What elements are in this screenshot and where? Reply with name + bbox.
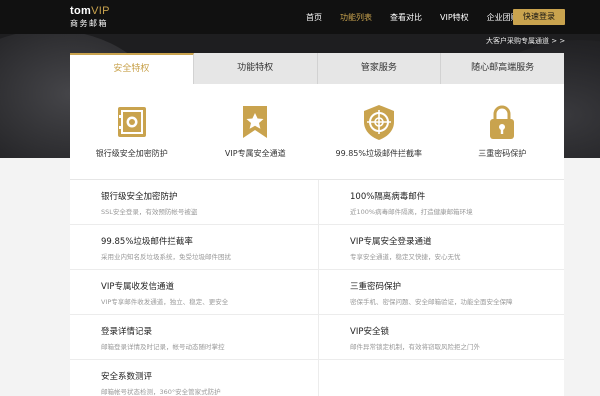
item-desc: 邮件异常锁定机制，有效将窃取风险拒之门外 <box>350 343 480 351</box>
item-title: VIP专属安全登录通道 <box>350 237 432 247</box>
feature-item: 银行级安全加密防护 <box>70 102 194 179</box>
feature-label: 三重密码保护 <box>478 149 527 158</box>
tab-bar: 安全特权 功能特权 管家服务 随心邮高端服务 <box>70 53 564 84</box>
padlock-icon <box>482 102 522 142</box>
item-desc: SSL安全登录，有效预防帐号被盗 <box>101 208 198 216</box>
logo[interactable]: tomVIP 商务邮箱 <box>70 5 110 29</box>
item-title: VIP安全锁 <box>350 327 389 337</box>
tab-butler[interactable]: 管家服务 <box>318 53 442 84</box>
shield-target-icon <box>359 102 399 142</box>
item-title: 三重密码保护 <box>350 282 402 292</box>
tab-premium[interactable]: 随心邮高端服务 <box>441 53 564 84</box>
list-item: 100%隔离病毒邮件 近100%病毒邮件隔离，打造健康邮箱环境 <box>318 180 564 225</box>
tab-security[interactable]: 安全特权 <box>70 53 194 84</box>
item-desc: 邮箱帐号状态检测，360°安全管家式防护 <box>101 388 221 396</box>
feature-icons-row: 银行级安全加密防护 VIP专属安全通道 99.85%垃圾邮件拦截率 三重密码保护 <box>70 84 564 179</box>
logo-brand: tom <box>70 5 92 17</box>
tab-functions[interactable]: 功能特权 <box>194 53 318 84</box>
item-title: 100%隔离病毒邮件 <box>350 192 426 202</box>
feature-card: 安全特权 功能特权 管家服务 随心邮高端服务 银行级安全加密防护 VIP专属安全… <box>70 53 564 396</box>
item-desc: 邮箱登录详情及时记录，帐号动态随时掌控 <box>101 343 225 351</box>
item-title: 银行级安全加密防护 <box>101 192 178 202</box>
feature-label: 99.85%垃圾邮件拦截率 <box>335 149 422 158</box>
list-item: 银行级安全加密防护 SSL安全登录，有效预防帐号被盗 <box>70 180 318 225</box>
item-desc: 密保手机、密保问题、安全邮箱验证，功能全面安全保障 <box>350 298 513 306</box>
feature-item: VIP专属安全通道 <box>194 102 318 179</box>
star-ribbon-icon <box>235 102 275 142</box>
feature-item: 三重密码保护 <box>441 102 565 179</box>
item-desc: 近100%病毒邮件隔离，打造健康邮箱环境 <box>350 208 473 216</box>
item-title: VIP专属收发信通道 <box>101 282 174 292</box>
item-desc: 采用业内知名反垃圾系统，免受垃圾邮件困扰 <box>101 253 231 261</box>
item-desc: 专享安全通道，稳定又快捷，安心无忧 <box>350 253 461 261</box>
list-item: VIP安全锁 邮件异常锁定机制，有效将窃取风险拒之门外 <box>318 315 564 360</box>
main-nav: 首页 功能列表 查看对比 VIP特权 企业团购 <box>306 12 537 23</box>
logo-vip: VIP <box>91 5 110 17</box>
safe-icon <box>112 102 152 142</box>
feature-label: 银行级安全加密防护 <box>95 149 168 158</box>
feature-item: 99.85%垃圾邮件拦截率 <box>317 102 441 179</box>
item-title: 登录详情记录 <box>101 327 153 337</box>
nav-item-vip[interactable]: VIP特权 <box>440 12 469 23</box>
logo-subtitle: 商务邮箱 <box>70 19 108 28</box>
item-desc: VIP专享邮件收发通道，独立、稳定、更安全 <box>101 298 229 306</box>
list-item: VIP专属安全登录通道 专享安全通道，稳定又快捷，安心无忧 <box>318 225 564 270</box>
top-nav-bar: tomVIP 商务邮箱 首页 功能列表 查看对比 VIP特权 企业团购 快速登录 <box>0 0 600 34</box>
list-item: 99.85%垃圾邮件拦截率 采用业内知名反垃圾系统，免受垃圾邮件困扰 <box>70 225 318 270</box>
feature-label: VIP专属安全通道 <box>224 149 286 158</box>
enterprise-link[interactable]: 大客户采购专属通道 > > <box>486 36 565 46</box>
nav-item-features[interactable]: 功能列表 <box>340 12 372 23</box>
nav-item-compare[interactable]: 查看对比 <box>390 12 422 23</box>
list-item: VIP专属收发信通道 VIP专享邮件收发通道，独立、稳定、更安全 <box>70 270 318 315</box>
list-item: 登录详情记录 邮箱登录详情及时记录，帐号动态随时掌控 <box>70 315 318 360</box>
empty-cell <box>318 360 564 396</box>
item-title: 99.85%垃圾邮件拦截率 <box>101 237 193 247</box>
list-item: 三重密码保护 密保手机、密保问题、安全邮箱验证，功能全面安全保障 <box>318 270 564 315</box>
nav-item-home[interactable]: 首页 <box>306 12 322 23</box>
feature-detail-grid: 银行级安全加密防护 SSL安全登录，有效预防帐号被盗 100%隔离病毒邮件 近1… <box>70 180 564 396</box>
item-title: 安全系数测评 <box>101 372 153 382</box>
list-item: 安全系数测评 邮箱帐号状态检测，360°安全管家式防护 <box>70 360 318 396</box>
quick-login-button[interactable]: 快速登录 <box>513 9 565 25</box>
